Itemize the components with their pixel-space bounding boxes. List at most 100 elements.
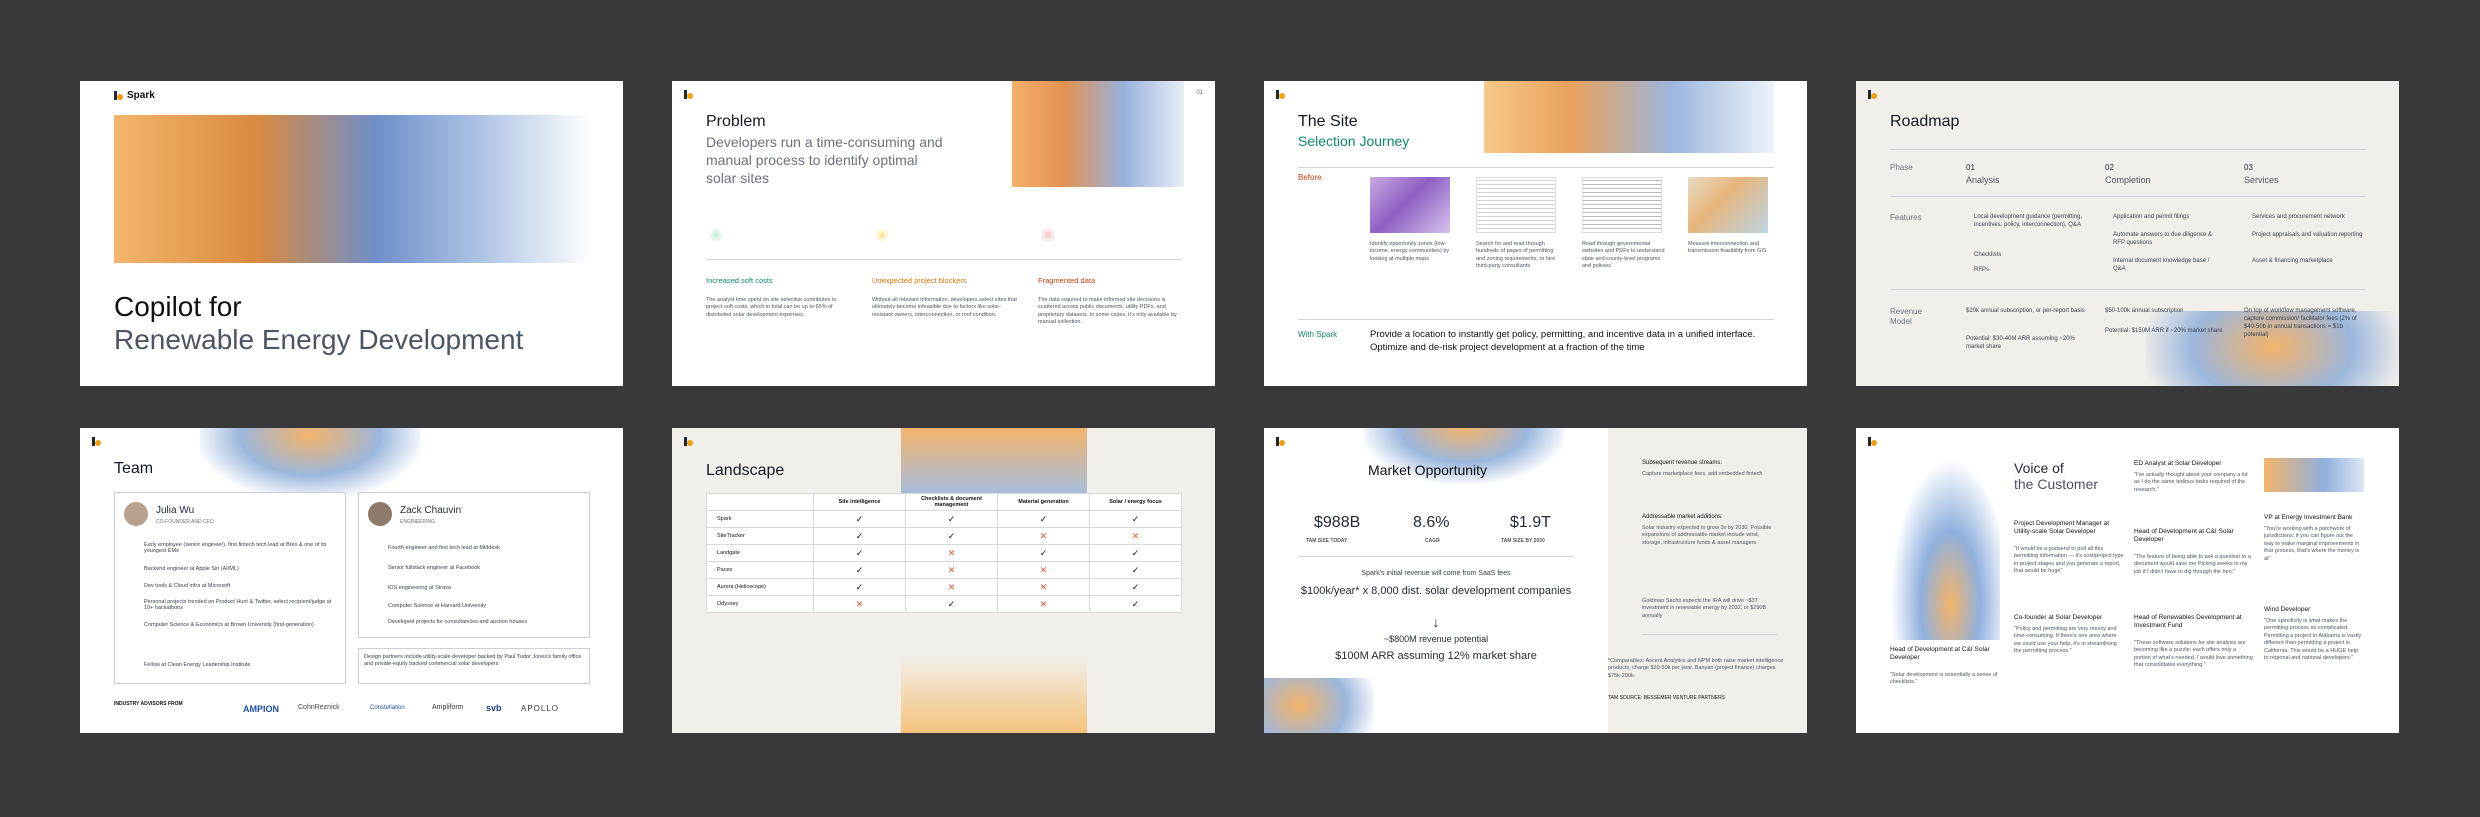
spark-logo-icon <box>1868 437 1877 446</box>
zack-line-1: Fourth engineer and first tech lead at M… <box>388 545 500 551</box>
zack-line-3: iOS engineering at Strava <box>388 585 451 591</box>
site-title: The Site <box>1298 113 1358 130</box>
julia-role: CO-FOUNDER AND CEO <box>156 519 214 525</box>
table-row: Odyssey ✕ ✓ ✕ ✓ <box>706 595 1182 613</box>
phase1-name: Analysis <box>1966 175 2000 185</box>
brand-name: Spark <box>127 90 155 101</box>
slide-market[interactable]: Market Opportunity $988B TAM SIZE TODAY … <box>1264 428 1807 733</box>
quote-image <box>2264 458 2364 492</box>
advisor-logo: CohnReznick <box>298 704 340 711</box>
quote-author: VP at Energy Investment Bank <box>2264 514 2353 521</box>
problem-gradient <box>1012 81 1184 187</box>
quote-text: "These software solutions for site analy… <box>2134 640 2253 669</box>
slide-team[interactable]: Team Julia Wu CO-FOUNDER AND CEO Early e… <box>80 428 623 733</box>
check-icon: ✓ <box>905 595 998 613</box>
advisors-label: INDUSTRY ADVISORS FROM <box>114 701 183 707</box>
slide-voice-of-customer[interactable]: Voice of the Customer Head of Developmen… <box>1856 428 2399 733</box>
before-label: Before <box>1298 173 1322 182</box>
check-icon: ✓ <box>905 510 998 528</box>
col1-head: Increased soft costs <box>706 276 773 285</box>
cross-icon: ✕ <box>905 578 998 596</box>
zack-line-5: Developed projects for consultancies and… <box>388 619 528 625</box>
sub-streams: Capture marketplace fees, add embedded f… <box>1642 471 1763 477</box>
avatar <box>124 502 148 526</box>
slide-cover[interactable]: Spark Copilot for Renewable Energy Devel… <box>80 81 623 386</box>
feat3-b: Project appraisals and valuation reporti… <box>2252 232 2363 238</box>
phase2-name: Completion <box>2105 175 2151 185</box>
feat2-b: Automate answers to due diligence & RFP … <box>2113 232 2213 247</box>
site-subtitle: Selection Journey <box>1298 133 1410 149</box>
check-icon: ✓ <box>905 527 998 545</box>
feat3-c: Asset & financing marketplace <box>2252 258 2333 264</box>
col-header: Site intelligence <box>813 493 906 511</box>
divider <box>706 259 1182 260</box>
quote-author: Head of Development at C&I Solar Develop… <box>1890 646 1990 662</box>
check-icon: ✓ <box>997 510 1090 528</box>
rev1-a: $20k annual subscription, or per-report … <box>1966 308 2085 314</box>
check-icon: ✓ <box>1089 544 1182 562</box>
with-spark-label: With Spark <box>1298 330 1338 339</box>
slide-roadmap[interactable]: Roadmap Phase 01 Analysis 02 Completion … <box>1856 81 2399 386</box>
avatar <box>368 502 392 526</box>
rev2-b: Potential: $150M ARR if ~20% market shar… <box>2105 328 2223 334</box>
julia-line-1: Early employee (senior engineer), first … <box>144 542 327 554</box>
site-gradient <box>1484 81 1774 153</box>
cross-icon: ✕ <box>905 544 998 562</box>
zack-line-4: Computer Science at Harvard University <box>388 603 487 609</box>
down-arrow-icon: ↓ <box>1432 614 1440 630</box>
design-partners: Design partners include utility-scale de… <box>364 654 582 668</box>
feat3-a: Services and procurement network <box>2252 214 2345 220</box>
spark-logo-icon <box>1276 437 1285 446</box>
table-row: Landgate ✓ ✕ ✓ ✓ <box>706 544 1182 562</box>
phase1-num: 01 <box>1966 163 1975 172</box>
zack-role: ENGINEERING <box>400 519 436 525</box>
step-doc-image <box>1476 177 1556 233</box>
julia-line-6: Fellow at Clean Energy Leadership Instit… <box>144 662 251 668</box>
roadmap-title: Roadmap <box>1890 113 1960 130</box>
company-name: Odyssey <box>706 595 814 613</box>
divider <box>1298 556 1574 557</box>
company-name: Spark <box>706 510 814 528</box>
quote-text: "I've actually thought about your compan… <box>2134 472 2248 493</box>
arr-target: $100M ARR assuming 12% market share <box>1335 650 1537 662</box>
voc-title-1: Voice of <box>2014 460 2064 476</box>
market-additions: Solar industry expected to grow 3x by 20… <box>1642 525 1772 546</box>
market-title: Market Opportunity <box>1368 462 1488 478</box>
quote-author: Project Development Manager at Utility-s… <box>2014 520 2110 536</box>
quote-author: Head of Renewables Development at Invest… <box>2134 614 2242 630</box>
revenue-potential: ~$800M revenue potential <box>1383 634 1489 644</box>
problem-subtitle: Developers run a time-consuming and manu… <box>706 134 943 187</box>
revenue-intro: Spark's initial revenue will come from S… <box>1361 570 1511 577</box>
cover-title-line2: Renewable Energy Development <box>114 324 524 355</box>
company-name: SiteTracker <box>706 527 814 545</box>
divider <box>1642 634 1777 635</box>
phase3-num: 03 <box>2244 163 2253 172</box>
comparison-table: Site intelligence Checklists & document … <box>706 493 1182 613</box>
step-table-image <box>1582 177 1662 233</box>
feat1-c: RFPs <box>1974 267 1989 273</box>
comparables: *Comparables: Ascent Analytics and NPM b… <box>1608 658 1784 679</box>
rev1-b: Potential: $30-40M ARR assuming ~20% mar… <box>1966 336 2075 351</box>
spark-logo-icon <box>1276 90 1285 99</box>
market-additions-head: Addressable market additions: <box>1642 514 1723 520</box>
step-1: Identify opportunity zones (low-income, … <box>1370 241 1450 262</box>
spark-logo-icon <box>92 437 101 446</box>
stat-label: TAM SIZE TODAY <box>1306 538 1348 544</box>
stat-label: CAGR <box>1425 538 1440 544</box>
check-icon: ✓ <box>813 578 906 596</box>
cross-icon: ✕ <box>997 527 1090 545</box>
divider <box>1298 167 1774 168</box>
divider <box>1890 196 2366 197</box>
col-header: Material generation <box>997 493 1090 511</box>
slide-landscape[interactable]: Landscape Site intelligence Checklists &… <box>672 428 1215 733</box>
voc-title-2: the Customer <box>2014 476 2099 492</box>
phase-label: Phase <box>1890 163 1913 172</box>
advisor-logo: svb <box>486 703 502 713</box>
corner-cell <box>706 493 814 511</box>
market-gradient-bottom <box>1264 678 1374 733</box>
slide-site-selection[interactable]: The Site Selection Journey Before Identi… <box>1264 81 1807 386</box>
features-label: Features <box>1890 213 1922 222</box>
team-title: Team <box>114 460 154 477</box>
quote-text: "Solar development is essentially a seri… <box>1890 672 1998 686</box>
slide-problem[interactable]: 01 Problem Developers run a time-consumi… <box>672 81 1215 386</box>
